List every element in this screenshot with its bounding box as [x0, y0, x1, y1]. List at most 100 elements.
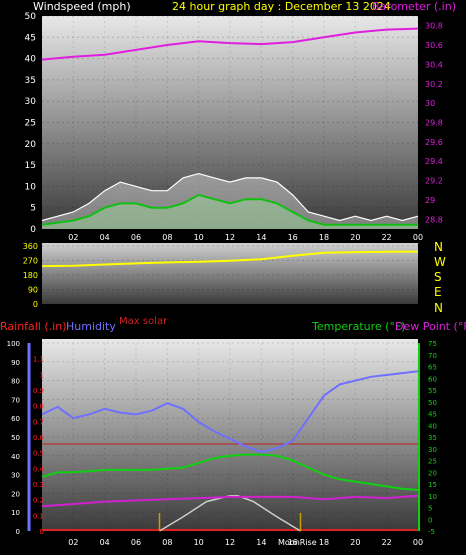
temperature-tick-label: 45 [428, 411, 437, 419]
direction-tick-label: 0 [33, 300, 38, 309]
barometer-tick-label: 30.6 [425, 41, 443, 50]
windspeed-tick-label: 40 [25, 55, 37, 65]
x-tick-label: 00 [413, 538, 423, 547]
rainfall-tick-label: 0.3 [33, 481, 44, 489]
x-tick-label: 06 [131, 233, 141, 242]
rainfall-tick-label: 0.8 [33, 403, 44, 411]
x-tick-label: 08 [162, 233, 172, 242]
x-tick-label: 14 [256, 538, 266, 547]
x-tick-label: 10 [194, 538, 204, 547]
direction-tick-label: 180 [23, 271, 38, 280]
temperature-tick-label: 65 [428, 364, 437, 372]
windspeed-tick-label: 10 [25, 182, 37, 192]
humidity-tick-label: 40 [11, 453, 20, 461]
rainfall-tick-label: 0.1 [33, 512, 44, 520]
windspeed-tick-label: 5 [30, 204, 36, 214]
temperature-tick-label: 25 [428, 458, 437, 466]
windspeed-tick-label: 15 [25, 161, 36, 171]
humidity-tick-label: 90 [11, 359, 20, 367]
x-tick-label: 02 [68, 233, 78, 242]
humidity-tick-label: 100 [7, 340, 20, 348]
rainfall-tick-label: 0.7 [33, 418, 44, 426]
direction-tick-label: 90 [28, 286, 38, 295]
barometer-tick-label: 29 [425, 196, 435, 205]
barometer-tick-label: 29.6 [425, 138, 443, 147]
windspeed-tick-label: 45 [25, 33, 36, 43]
barometer-tick-label: 30 [425, 99, 435, 108]
temperature-tick-label: 20 [428, 469, 437, 477]
barometer-tick-label: 29.2 [425, 177, 443, 186]
x-tick-label: 02 [68, 538, 78, 547]
moonrise-label: MoonRise [278, 538, 317, 547]
temperature-axis-title: Temperature (°F) [311, 320, 406, 333]
dewpoint-axis-title: Dew Point (°F) [395, 320, 466, 333]
windspeed-tick-label: 25 [25, 119, 36, 129]
windspeed-tick-label: 30 [25, 97, 37, 107]
x-tick-label: 22 [382, 538, 392, 547]
rainfall-tick-label: 1 [40, 371, 44, 379]
x-tick-label: 12 [225, 538, 235, 547]
humidity-tick-label: 20 [11, 490, 20, 498]
barometer-tick-label: 30.8 [425, 22, 443, 31]
weather-graph: Windspeed (mph) 24 hour graph day : Dece… [0, 0, 466, 547]
direction-letter: N [434, 301, 443, 315]
rainfall-tick-label: 0.5 [33, 450, 44, 458]
temperature-tick-label: 35 [428, 434, 437, 442]
x-tick-label: 20 [350, 538, 360, 547]
x-tick-label: 00 [413, 233, 423, 242]
barometer-tick-label: 28.8 [425, 215, 443, 224]
humidity-tick-label: 80 [11, 378, 20, 386]
windspeed-tick-label: 0 [30, 225, 36, 235]
humidity-tick-label: 30 [11, 472, 20, 480]
direction-tick-label: 360 [23, 242, 38, 251]
rainfall-tick-label: 1.1 [33, 356, 44, 364]
chart-title: 24 hour graph day : December 13 2024 [172, 0, 391, 13]
direction-letter: N [434, 240, 443, 254]
rainfall-tick-label: 0.2 [33, 497, 44, 505]
temperature-tick-label: 75 [428, 340, 437, 348]
direction-letters: N W S E N [434, 240, 446, 315]
windspeed-tick-label: 20 [25, 140, 37, 150]
humidity-tick-label: 50 [11, 434, 20, 442]
x-tick-label: 14 [256, 233, 266, 242]
direction-letter: E [434, 285, 442, 299]
x-tick-label: 20 [350, 233, 360, 242]
x-tick-label: 18 [319, 538, 329, 547]
x-tick-label: 04 [100, 233, 110, 242]
temperature-tick-label: 40 [428, 422, 437, 430]
max-solar-label: Max solar [119, 316, 168, 327]
barometer-tick-label: 30.2 [425, 80, 443, 89]
x-tick-label: 04 [100, 538, 110, 547]
humidity-axis-title: Humidity [66, 320, 116, 333]
barometer-tick-label: 29.8 [425, 119, 443, 128]
temperature-tick-label: 30 [428, 446, 437, 454]
temperature-tick-label: 15 [428, 481, 437, 489]
temperature-tick-label: 50 [428, 399, 437, 407]
x-tick-label: 22 [382, 233, 392, 242]
x-tick-label: 08 [162, 538, 172, 547]
direction-tick-label: 270 [23, 257, 38, 266]
rainfall-tick-label: 0.9 [33, 387, 44, 395]
barometer-tick-label: 29.4 [425, 157, 443, 166]
rainfall-tick-label: 0.6 [33, 434, 45, 442]
temperature-tick-label: 0 [428, 516, 432, 524]
humidity-tick-label: 0 [16, 528, 20, 536]
barometer-axis-title: Barometer (.in) [372, 0, 456, 13]
humidity-tick-label: 60 [11, 415, 20, 423]
humidity-tick-label: 10 [11, 509, 20, 517]
temperature-tick-label: 55 [428, 387, 437, 395]
x-tick-label: 06 [131, 538, 141, 547]
x-tick-label: 12 [225, 233, 235, 242]
temperature-tick-label: 10 [428, 493, 437, 501]
x-tick-label: 10 [194, 233, 204, 242]
direction-letter: W [434, 255, 446, 269]
x-tick-label: 16 [288, 233, 298, 242]
direction-letter: S [434, 270, 442, 284]
temperature-tick-label: 60 [428, 375, 437, 383]
windspeed-tick-label: 50 [25, 12, 37, 22]
windspeed-axis-title: Windspeed (mph) [33, 0, 131, 13]
humidity-tick-label: 70 [11, 396, 20, 404]
temperature-tick-label: -5 [428, 528, 435, 536]
temperature-tick-label: 70 [428, 352, 437, 360]
rainfall-tick-label: 0.4 [33, 465, 45, 473]
